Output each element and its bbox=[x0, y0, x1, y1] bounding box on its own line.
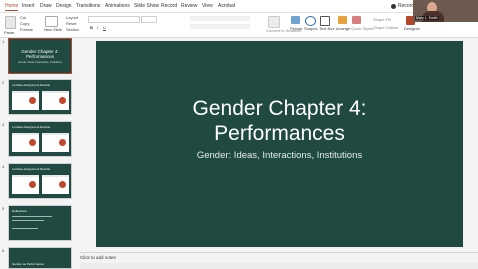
thumb-title: Gender as Performance bbox=[12, 262, 45, 266]
pie-chart-icon bbox=[59, 139, 66, 146]
slide-number: 1 bbox=[2, 39, 5, 44]
thumb-card bbox=[12, 133, 39, 152]
paste-label[interactable]: Paste bbox=[4, 30, 14, 35]
record-icon bbox=[391, 4, 396, 9]
reset-button[interactable]: Reset bbox=[66, 21, 76, 26]
slide-thumbnail-3[interactable]: In-Class Assignment Results bbox=[8, 121, 72, 157]
text-box-icon[interactable] bbox=[320, 16, 330, 26]
tab-slide-show[interactable]: Slide Show bbox=[134, 3, 159, 9]
picture-icon[interactable] bbox=[291, 16, 300, 24]
thumb-subtitle: Gender: Ideas, Interactions, Institution… bbox=[18, 61, 62, 64]
thumb-card bbox=[12, 91, 39, 110]
slide-thumbnail-1[interactable]: Gender Chapter 4: Performances Gender: I… bbox=[8, 38, 72, 74]
slide-number: 3 bbox=[2, 122, 5, 127]
shape-fill-button[interactable]: Shape Fill bbox=[373, 17, 391, 22]
tab-animations[interactable]: Animations bbox=[105, 3, 130, 9]
slide-thumbnail-5[interactable]: Reflections bbox=[8, 205, 72, 241]
status-bar bbox=[80, 263, 478, 269]
thumb-title: Reflections bbox=[12, 209, 27, 213]
tab-acrobat[interactable]: Acrobat bbox=[218, 3, 235, 9]
text-box-button[interactable]: Text Box bbox=[319, 26, 334, 31]
cut-button[interactable]: Cut bbox=[20, 15, 26, 20]
shapes-button[interactable]: Shapes bbox=[304, 26, 318, 31]
font-size-select[interactable] bbox=[141, 16, 157, 23]
pie-chart-icon bbox=[59, 181, 66, 188]
layout-button[interactable]: Layout bbox=[66, 15, 78, 20]
slide-number: 4 bbox=[2, 164, 5, 169]
tab-transitions[interactable]: Transitions bbox=[76, 3, 100, 9]
thumb-title: In-Class Assignment Results bbox=[12, 167, 51, 171]
pie-chart-icon bbox=[29, 139, 36, 146]
slide-thumbnail-4[interactable]: In-Class Assignment Results bbox=[8, 163, 72, 199]
pie-chart-icon bbox=[59, 97, 66, 104]
record-button[interactable]: Record bbox=[398, 3, 414, 9]
paragraph-align-group[interactable] bbox=[190, 16, 250, 21]
ribbon: Paste Cut Copy Format New Slide Layout R… bbox=[0, 13, 478, 38]
ribbon-tab-bar: Home Insert Draw Design Transitions Anim… bbox=[0, 0, 478, 13]
notes-placeholder[interactable]: Click to add notes bbox=[80, 255, 116, 260]
slide-number: 2 bbox=[2, 80, 5, 85]
thumb-title: Gender Chapter 4: Performances bbox=[21, 49, 59, 59]
thumb-title: In-Class Assignment Results bbox=[12, 125, 51, 129]
slide-number: 6 bbox=[2, 248, 5, 253]
thumb-text-line bbox=[12, 216, 52, 217]
tab-record[interactable]: Record bbox=[161, 3, 177, 9]
thumb-card bbox=[42, 133, 69, 152]
slide-thumbnail-6[interactable]: Gender as Performance bbox=[8, 247, 72, 269]
copy-button[interactable]: Copy bbox=[20, 21, 29, 26]
format-painter-button[interactable]: Format bbox=[20, 27, 33, 32]
thumb-title: In-Class Assignment Results bbox=[12, 83, 51, 87]
section-button[interactable]: Section bbox=[66, 27, 79, 32]
thumb-card bbox=[42, 91, 69, 110]
underline-button[interactable]: U bbox=[103, 25, 106, 30]
smartart-icon[interactable] bbox=[268, 16, 280, 28]
tab-insert[interactable]: Insert bbox=[22, 3, 35, 9]
slide-title[interactable]: Gender Chapter 4: Performances bbox=[96, 96, 463, 146]
picture-button[interactable]: Picture bbox=[290, 26, 302, 31]
slide-thumbnail-2[interactable]: In-Class Assignment Results bbox=[8, 79, 72, 115]
font-family-select[interactable] bbox=[88, 16, 140, 23]
participant-name-label: Mary L. Smith bbox=[415, 16, 439, 20]
slide-title-line-1: Gender Chapter 4: bbox=[192, 97, 367, 120]
thumb-text-line bbox=[12, 228, 38, 229]
slide-number: 5 bbox=[2, 206, 5, 211]
quick-styles-button[interactable]: Quick Styles bbox=[351, 26, 373, 31]
thumb-card bbox=[12, 175, 39, 194]
italic-button[interactable]: I bbox=[97, 25, 98, 30]
tab-review[interactable]: Review bbox=[181, 3, 197, 9]
pie-chart-icon bbox=[29, 97, 36, 104]
slide-title-line-2: Performances bbox=[214, 122, 345, 145]
shapes-icon[interactable] bbox=[305, 16, 316, 26]
paragraph-spacing-group[interactable] bbox=[190, 24, 250, 29]
new-slide-icon[interactable] bbox=[45, 16, 58, 27]
designer-button[interactable]: Designer bbox=[404, 26, 420, 31]
slide-canvas[interactable]: Gender Chapter 4: Performances Gender: I… bbox=[96, 41, 463, 247]
thumb-text-line bbox=[12, 220, 44, 221]
shape-outline-button[interactable]: Shape Outline bbox=[373, 25, 398, 30]
participant-video: Mary L. Smith bbox=[413, 0, 478, 22]
paste-icon[interactable] bbox=[5, 16, 16, 29]
arrange-button[interactable]: Arrange bbox=[336, 26, 350, 31]
pie-chart-icon bbox=[29, 181, 36, 188]
tab-draw[interactable]: Draw bbox=[40, 3, 52, 9]
notes-divider bbox=[80, 252, 478, 253]
tab-design[interactable]: Design bbox=[56, 3, 72, 9]
bold-button[interactable]: B bbox=[90, 25, 93, 30]
tab-view[interactable]: View bbox=[202, 3, 213, 9]
arrange-icon[interactable] bbox=[338, 16, 347, 24]
slide-subtitle[interactable]: Gender: Ideas, Interactions, Institution… bbox=[96, 150, 463, 161]
quick-styles-icon[interactable] bbox=[352, 16, 361, 24]
new-slide-button[interactable]: New Slide bbox=[44, 27, 62, 32]
thumb-card bbox=[42, 175, 69, 194]
slide-thumbnails-pane: 1 Gender Chapter 4: Performances Gender:… bbox=[0, 38, 76, 269]
tab-home[interactable]: Home bbox=[5, 3, 19, 11]
